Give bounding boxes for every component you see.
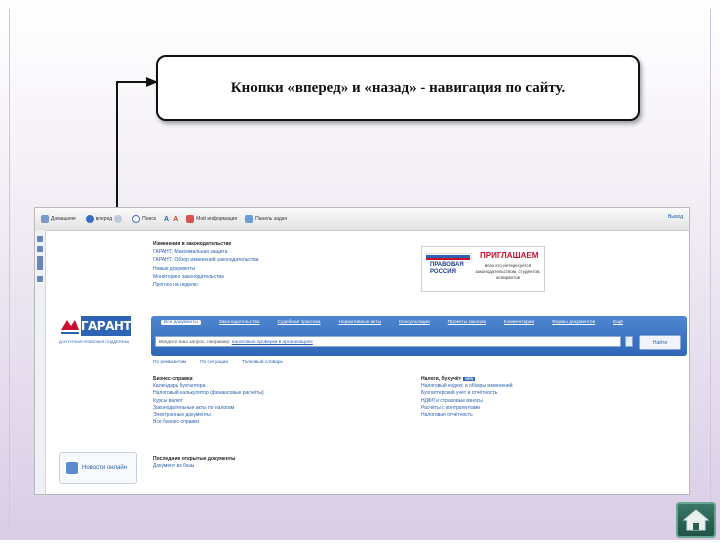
font-a-button[interactable]: A (164, 212, 169, 226)
search-options: По реквизитам По ситуации Толковый слова… (153, 360, 297, 365)
news-label: Новости онлайн (82, 465, 128, 471)
business-item[interactable]: Курсы валют (153, 398, 264, 405)
heart-icon (186, 215, 195, 223)
browser-screenshot: Домашняя вперед Поиск A A Мой информация… (34, 207, 690, 495)
browser-toolbar: Домашняя вперед Поиск A A Мой информация… (35, 208, 689, 231)
taxes-item[interactable]: Налоговая отчётность (421, 412, 513, 419)
logo-word: ГАРАНТ (81, 316, 132, 336)
changes-block: Изменения в законодательстве ГАРАНТ: Мак… (153, 240, 259, 289)
exit-link[interactable]: Выход (668, 214, 683, 220)
logo-tagline: ДОСТУПНАЯ ПРАВОВАЯ ПОДДЕРЖКА (59, 340, 130, 344)
sidebar-icon[interactable] (37, 256, 43, 270)
tab-law[interactable]: Законодательство (219, 320, 260, 325)
business-title: Бизнес-справки (153, 376, 193, 382)
changes-item[interactable]: Новые документы (153, 265, 259, 273)
option-dictionary[interactable]: Толковый словарь (242, 360, 283, 365)
panel-button[interactable]: Панель задач (245, 212, 287, 226)
search-input[interactable]: Введите ваш запрос, например: налоговые … (155, 336, 621, 347)
news-online-button[interactable]: Новости онлайн (59, 452, 137, 484)
changes-item[interactable]: ГАРАНТ: Обзор изменений законодательства (153, 256, 259, 264)
taxes-column: Налоги, бухучёт NEW Налоговый кодекс и об… (421, 376, 513, 419)
tab-all[interactable]: Все документы (161, 320, 201, 325)
changes-item[interactable]: Прогноз на неделю (153, 281, 259, 289)
search-tabs: Все документы Законодательство Судебная … (161, 320, 641, 325)
business-item[interactable]: Налоговый калькулятор (финансовые расчёт… (153, 390, 264, 397)
recent-docs: Последние открытые документы Документ из… (153, 456, 235, 470)
search-button[interactable]: Поиск (132, 212, 156, 226)
banner-pravo: ПРАВОВАЯ РОССИЯ (430, 262, 464, 275)
search-placeholder: Введите ваш запрос, например: (159, 340, 231, 345)
find-button[interactable]: Найти (639, 335, 681, 350)
search-icon (132, 215, 141, 223)
home-label: Домашняя (51, 216, 76, 222)
panel-icon (245, 215, 254, 223)
home-icon (682, 509, 710, 531)
forward-button[interactable]: вперед (96, 212, 125, 226)
search-example-link[interactable]: налоговые проверки в организациях (232, 340, 313, 345)
banner-subtext: всех кто интересуется законодательством,… (475, 263, 541, 280)
option-situation[interactable]: По ситуации (200, 360, 228, 365)
new-badge: NEW (463, 377, 476, 381)
business-item[interactable]: Электронные документы (153, 412, 264, 419)
callout-box: Кнопки «вперед» и «назад» - навигация по… (156, 55, 640, 121)
tab-consult[interactable]: Консультации (399, 320, 430, 325)
business-column: Бизнес-справки Календарь бухгалтера Нало… (153, 376, 264, 426)
tab-forms[interactable]: Формы документов (552, 320, 595, 325)
back-button[interactable] (85, 212, 96, 226)
sidebar-icon[interactable] (37, 246, 43, 252)
recent-title: Последние открытые документы (153, 456, 236, 462)
logo-mark-icon (61, 320, 79, 334)
font-decrease-icon: A (173, 215, 179, 223)
changes-item[interactable]: Мониторинг законодательства (153, 273, 259, 281)
recent-item[interactable]: Документ из базы (153, 463, 235, 470)
tab-court[interactable]: Судебная практика (278, 320, 321, 325)
info-button[interactable]: Мой информация (186, 212, 237, 226)
sidebar-icon[interactable] (37, 276, 43, 282)
font-increase-icon: A (164, 215, 170, 223)
taxes-item[interactable]: Расчёты с контрагентами (421, 405, 513, 412)
home-icon (41, 215, 49, 223)
taxes-title-text: Налоги, бухучёт (421, 376, 462, 382)
arrow-head-icon (146, 77, 158, 87)
back-arrow-icon (85, 215, 94, 223)
forward-label: вперед (95, 216, 113, 222)
search-label: Поиск (142, 216, 157, 222)
taxes-item[interactable]: Бухгалтерский учёт и отчётность (421, 390, 513, 397)
slide-home-button[interactable] (676, 502, 716, 538)
info-label: Мой информация (196, 216, 238, 222)
tab-comments[interactable]: Комментарии (504, 320, 534, 325)
page-content: Изменения в законодательстве ГАРАНТ: Мак… (45, 230, 689, 494)
business-item[interactable]: Все бизнес-справки (153, 419, 264, 426)
banner-logo: ПРАВОВАЯ РОССИЯ (426, 253, 472, 285)
changes-item[interactable]: ГАРАНТ: Максимальная защита (153, 248, 259, 256)
business-item[interactable]: Законодательные акты по налогам (153, 405, 264, 412)
font-a-small-button[interactable]: A (173, 212, 178, 226)
sidebar-icon[interactable] (37, 236, 43, 242)
connector-vertical (116, 81, 118, 213)
tab-acts[interactable]: Нормативные акты (338, 320, 381, 325)
taxes-item[interactable]: НДФЛ и страховые взносы (421, 398, 513, 405)
panel-label: Панель задач (255, 216, 288, 222)
chevron-down-icon[interactable] (625, 336, 633, 347)
tab-more[interactable]: Ещё (613, 320, 623, 325)
garant-logo[interactable]: ГАРАНТ ДОСТУПНАЯ ПРАВОВАЯ ПОДДЕРЖКА (59, 314, 139, 348)
promo-banner[interactable]: ПРАВОВАЯ РОССИЯ ПРИГЛАШАЕМ всех кто инте… (421, 246, 545, 292)
forward-arrow-icon (114, 215, 123, 223)
changes-title: Изменения в законодательстве (153, 241, 232, 247)
search-panel: Все документы Законодательство Судебная … (151, 316, 687, 356)
tab-projects[interactable]: Проекты законов (448, 320, 486, 325)
banner-headline: ПРИГЛАШАЕМ (480, 251, 539, 260)
callout-text: Кнопки «вперед» и «назад» - навигация по… (230, 79, 566, 96)
news-icon (66, 462, 78, 474)
home-button[interactable]: Домашняя (41, 212, 76, 226)
option-requisites[interactable]: По реквизитам (153, 360, 186, 365)
